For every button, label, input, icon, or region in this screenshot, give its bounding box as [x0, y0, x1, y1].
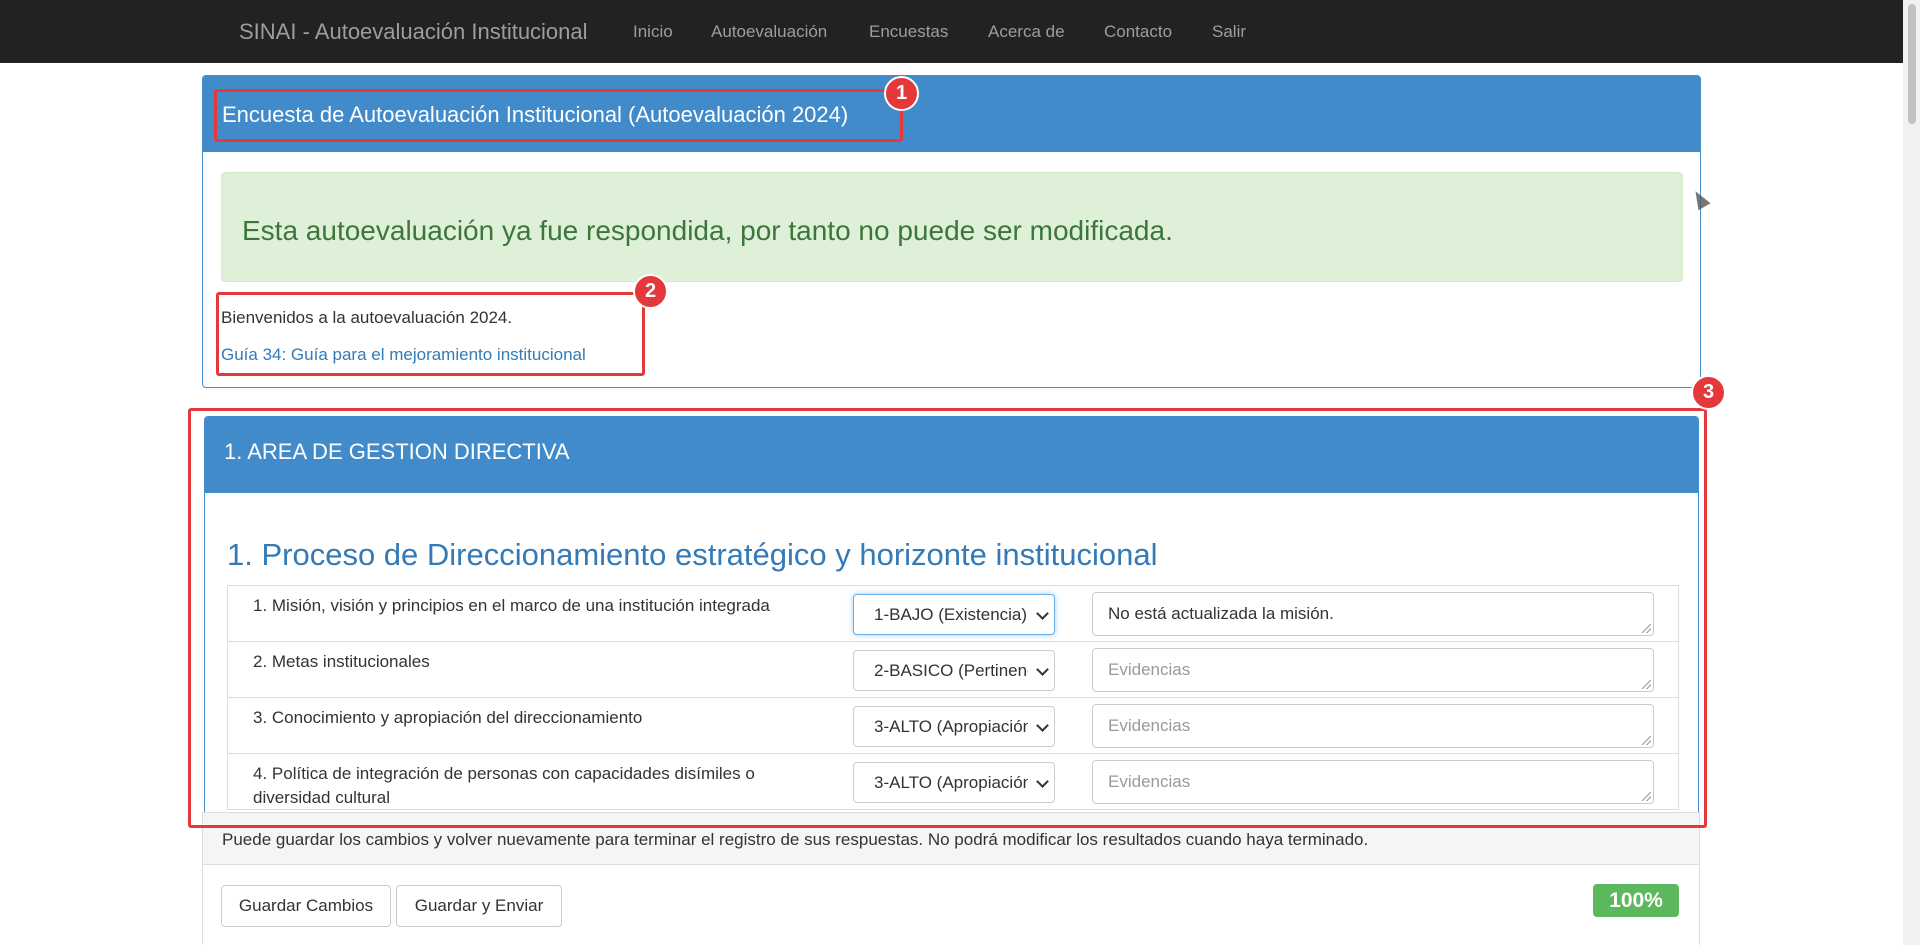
- completed-alert: Esta autoevaluación ya fue respondida, p…: [221, 172, 1683, 282]
- annotation-marker-3: 3: [1691, 375, 1726, 410]
- save-changes-button[interactable]: Guardar Cambios: [221, 885, 391, 927]
- annotation-box-1: [214, 89, 903, 142]
- annotation-marker-2: 2: [633, 274, 668, 309]
- page-scrollbar[interactable]: [1903, 0, 1920, 945]
- scrollbar-thumb[interactable]: [1908, 4, 1916, 124]
- annotation-marker-1: 1: [884, 76, 919, 111]
- progress-badge: 100%: [1593, 884, 1679, 917]
- nav-salir[interactable]: Salir: [1212, 0, 1246, 63]
- save-and-send-button[interactable]: Guardar y Enviar: [396, 885, 562, 927]
- nav-encuestas[interactable]: Encuestas: [869, 0, 948, 63]
- nav-acerca-de[interactable]: Acerca de: [988, 0, 1065, 63]
- annotation-box-2: [216, 292, 645, 376]
- top-navbar: SINAI - Autoevaluación Institucional Ini…: [0, 0, 1920, 63]
- nav-autoevaluacion[interactable]: Autoevaluación: [711, 0, 827, 63]
- nav-inicio[interactable]: Inicio: [633, 0, 673, 63]
- completed-alert-text: Esta autoevaluación ya fue respondida, p…: [242, 215, 1173, 246]
- brand-link[interactable]: SINAI - Autoevaluación Institucional: [239, 0, 588, 63]
- save-footer: Puede guardar los cambios y volver nueva…: [202, 812, 1700, 945]
- annotation-box-3: [188, 408, 1707, 828]
- nav-contacto[interactable]: Contacto: [1104, 0, 1172, 63]
- footer-note: Puede guardar los cambios y volver nueva…: [222, 830, 1369, 849]
